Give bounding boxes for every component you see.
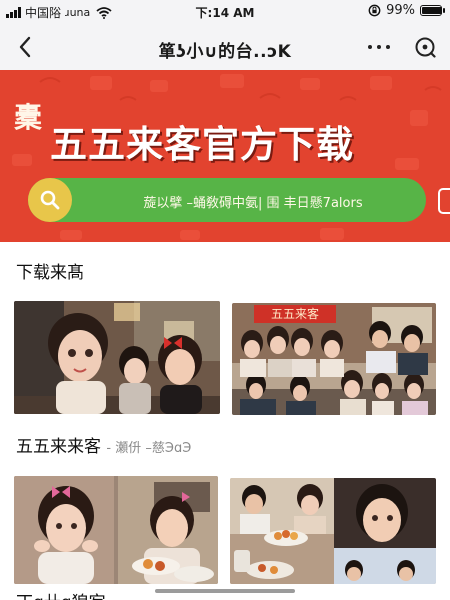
banner-search-bar[interactable]: 蔙以擘 –蛹敎碍中氨| 围 丰日懸7alors xyxy=(28,178,426,222)
section-title-more: 丁ɑ卄ɑ㹸㝍 xyxy=(16,588,106,600)
section-title-downloads: 下载来髙 xyxy=(16,263,84,283)
hero-banner[interactable]: 橐 五五来客官方下载 蔙以擘 –蛹敎碍中氨| 围 丰日懸7alors xyxy=(0,70,450,242)
section-subtitle: - 瀬㐼 –慈ЭɑЭ xyxy=(106,441,192,456)
more-dots-icon[interactable] xyxy=(368,45,390,49)
banner-side-button[interactable] xyxy=(438,188,450,214)
photo-card-4[interactable] xyxy=(230,478,436,584)
section-title-wuwu: 五五来来客 - 瀬㐼 –慈ЭɑЭ xyxy=(16,432,191,457)
photo-image-2: 五五来客 xyxy=(232,303,436,415)
photo-image-3 xyxy=(14,476,218,584)
back-arrow-icon[interactable] xyxy=(14,34,38,60)
target-icon[interactable] xyxy=(414,36,436,58)
orientation-lock-icon xyxy=(368,4,381,17)
navigation-bar: 箪ʖ小∪的台..ɔK xyxy=(0,24,450,70)
photo-image-4 xyxy=(230,478,436,584)
photo-image-1 xyxy=(14,301,220,414)
battery-percent: 99% xyxy=(386,3,415,18)
banner-search-text: 蔙以擘 –蛹敎碍中氨| 围 丰日懸7alors xyxy=(143,196,363,211)
status-bar: 中国䧍 ɹuna 下:14 AM 99% xyxy=(0,0,450,24)
home-indicator[interactable] xyxy=(155,589,295,593)
section-title-text: 五五来来客 xyxy=(16,437,101,457)
battery-icon xyxy=(420,5,445,16)
page-title: 箪ʖ小∪的台..ɔK xyxy=(158,42,292,62)
battery-fill xyxy=(422,7,442,14)
photo-card-1[interactable] xyxy=(14,301,220,414)
search-icon xyxy=(40,190,60,210)
banner-title: 五五来客官方下载 xyxy=(50,122,354,166)
photo-card-2[interactable]: 五五来客 xyxy=(232,303,436,415)
search-button[interactable] xyxy=(28,178,72,222)
photo-sign-text: 五五来客 xyxy=(271,306,319,321)
photo-card-3[interactable] xyxy=(14,476,218,584)
status-right: 99% xyxy=(368,3,445,18)
banner-seal: 橐 xyxy=(14,101,43,134)
